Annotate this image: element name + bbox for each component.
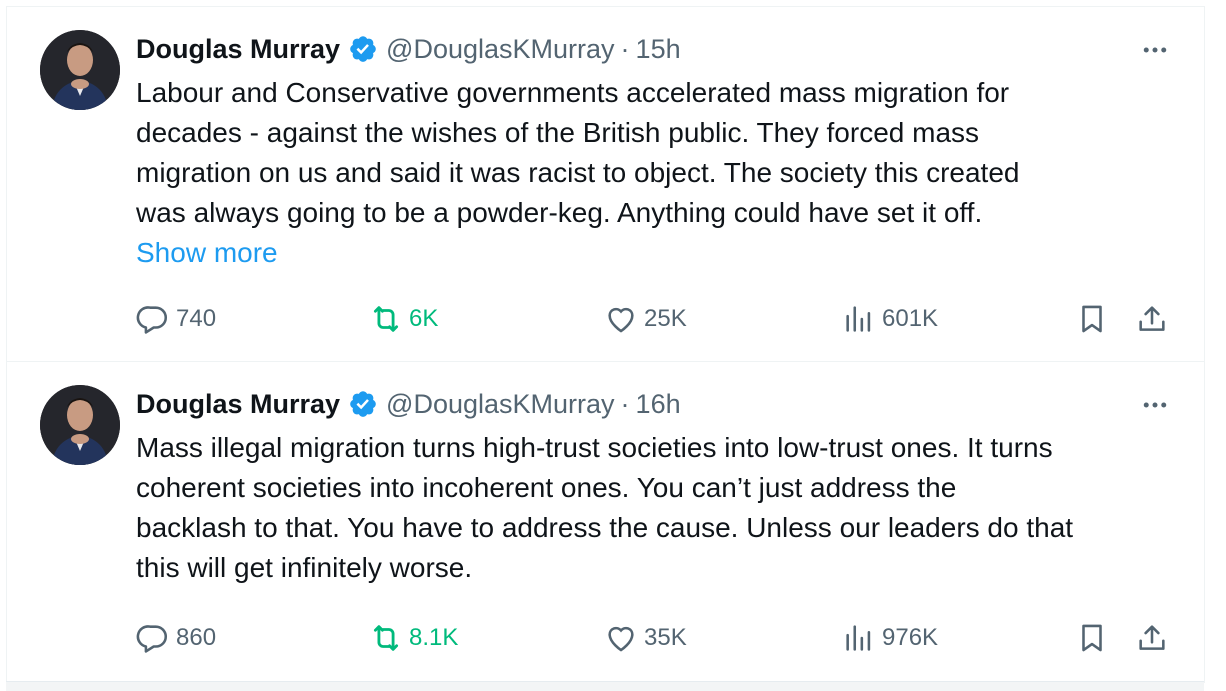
heart-icon <box>608 626 634 652</box>
heart-icon <box>608 307 634 333</box>
avatar[interactable] <box>40 30 120 110</box>
retweet-count: 6K <box>409 305 439 332</box>
verified-badge-icon[interactable] <box>348 34 378 64</box>
reply-button[interactable]: 860 <box>136 618 216 658</box>
more-options-icon[interactable] <box>1140 35 1170 65</box>
author-handle[interactable]: @DouglasKMurray <box>386 34 615 65</box>
like-count: 35K <box>644 624 687 651</box>
retweet-icon <box>373 306 399 332</box>
author-name[interactable]: Douglas Murray <box>136 389 340 420</box>
avatar-image <box>40 385 120 465</box>
tweet-text-line: Labour and Conservative governments acce… <box>136 77 1010 108</box>
separator-dot: · <box>620 33 630 64</box>
views-button[interactable]: 976K <box>842 618 938 658</box>
retweet-count: 8.1K <box>409 624 459 651</box>
tweet-header: Douglas Murray @DouglasKMurray · 16h <box>136 386 681 422</box>
tweet-text: Mass illegal migration turns high-trust … <box>136 428 1176 588</box>
tweet-time[interactable]: 15h <box>636 34 681 65</box>
reply-icon <box>136 625 168 653</box>
retweet-icon <box>373 625 399 651</box>
tweet-text-line: was always going to be a powder-keg. Any… <box>136 197 983 228</box>
tweet-text-line: backlash to that. You have to address th… <box>136 512 1074 543</box>
retweet-button[interactable]: 8.1K <box>369 618 458 658</box>
views-button[interactable]: 601K <box>842 299 938 339</box>
author-name[interactable]: Douglas Murray <box>136 34 340 65</box>
avatar-image <box>40 30 120 110</box>
like-button[interactable]: 25K <box>604 299 687 339</box>
tweet-text-line: decades - against the wishes of the Brit… <box>136 117 980 148</box>
share-icon[interactable] <box>1135 302 1169 336</box>
bookmark-icon[interactable] <box>1075 621 1109 655</box>
share-icon[interactable] <box>1135 621 1169 655</box>
like-count: 25K <box>644 305 687 332</box>
show-more-link[interactable]: Show more <box>136 233 278 273</box>
verified-badge-icon[interactable] <box>348 389 378 419</box>
views-chart-icon <box>846 625 871 651</box>
reply-count: 740 <box>176 305 217 332</box>
tweet-text-line: Mass illegal migration turns high-trust … <box>136 432 1053 463</box>
views-count: 976K <box>882 624 939 651</box>
views-chart-icon <box>846 306 871 332</box>
tweet-text: Labour and Conservative governments acce… <box>136 73 1176 233</box>
action-bar: 740 6K 25K 601K <box>7 299 1204 339</box>
reply-icon <box>136 306 168 334</box>
reply-button[interactable]: 740 <box>136 299 216 339</box>
more-options-icon[interactable] <box>1140 390 1170 420</box>
bookmark-icon[interactable] <box>1075 302 1109 336</box>
tweet[interactable]: Douglas Murray @DouglasKMurray · 15h Lab… <box>7 7 1204 362</box>
views-count: 601K <box>882 305 939 332</box>
tweet-text-line: this will get infinitely worse. <box>136 552 473 583</box>
action-bar: 860 8.1K 35K 976K <box>7 618 1204 658</box>
author-handle[interactable]: @DouglasKMurray <box>386 389 615 420</box>
tweet-text-line: migration on us and said it was racist t… <box>136 157 1020 188</box>
reply-count: 860 <box>176 624 217 651</box>
avatar[interactable] <box>40 385 120 465</box>
tweet-time[interactable]: 16h <box>636 389 681 420</box>
retweet-button[interactable]: 6K <box>369 299 438 339</box>
like-button[interactable]: 35K <box>604 618 687 658</box>
tweet-header: Douglas Murray @DouglasKMurray · 15h <box>136 31 681 67</box>
separator-dot: · <box>620 388 630 419</box>
tweet[interactable]: Douglas Murray @DouglasKMurray · 16h Mas… <box>7 362 1204 682</box>
timeline: Douglas Murray @DouglasKMurray · 15h Lab… <box>6 6 1205 683</box>
tweet-text-line: coherent societies into incoherent ones.… <box>136 472 957 503</box>
